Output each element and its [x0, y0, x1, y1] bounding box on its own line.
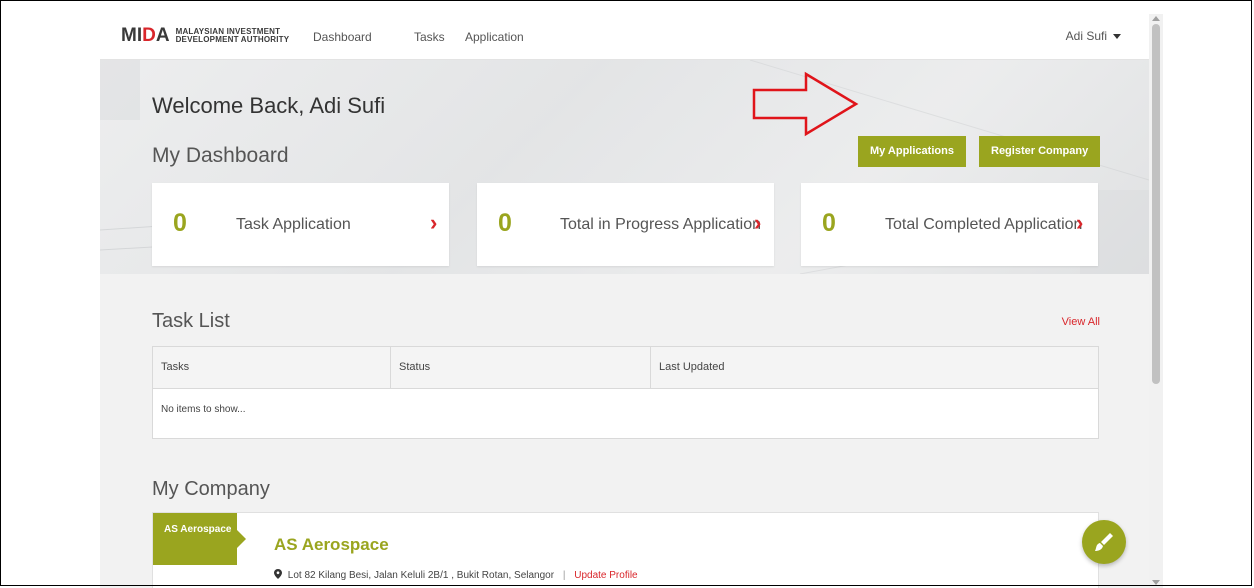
logo-text: MALAYSIAN INVESTMENT DEVELOPMENT AUTHORI… [176, 28, 290, 44]
stat-label: Task Application [236, 216, 351, 233]
stat-value: 0 [173, 209, 187, 237]
task-table-header: Tasks Status Last Updated [153, 347, 1098, 389]
caret-down-icon [1113, 33, 1121, 39]
map-pin-icon [274, 569, 282, 579]
stat-card-in-progress[interactable]: 0 Total in Progress Application › [477, 183, 774, 266]
logo-mark: MIDA [121, 25, 170, 46]
user-name: Adi Sufi [1065, 29, 1107, 43]
company-tab[interactable]: AS Aerospace [153, 513, 246, 565]
stat-value: 0 [822, 209, 836, 237]
scrollbar-thumb[interactable] [1152, 24, 1160, 384]
floating-action-button[interactable] [1082, 520, 1126, 564]
vertical-scrollbar[interactable] [1149, 14, 1163, 588]
stat-value: 0 [498, 209, 512, 237]
column-header-last-updated[interactable]: Last Updated [650, 347, 1098, 388]
chevron-right-icon[interactable]: › [430, 210, 437, 236]
dashboard-title: My Dashboard [152, 144, 289, 167]
register-company-button[interactable]: Register Company [979, 136, 1101, 167]
nav-tasks[interactable]: Tasks [414, 30, 445, 44]
task-list-title: Task List [152, 310, 230, 332]
company-tab-label: AS Aerospace [164, 524, 232, 535]
red-arrow-annotation [752, 71, 859, 137]
logo-line-2: DEVELOPMENT AUTHORITY [175, 35, 290, 44]
scroll-down-arrow-icon[interactable] [1152, 580, 1160, 585]
top-navbar: MIDA MALAYSIAN INVESTMENT DEVELOPMENT AU… [100, 14, 1149, 60]
nav-dashboard[interactable]: Dashboard [313, 30, 372, 44]
user-menu[interactable]: Adi Sufi [1066, 29, 1121, 43]
stat-label: Total in Progress Application [560, 216, 761, 233]
mida-logo[interactable]: MIDA MALAYSIAN INVESTMENT DEVELOPMENT AU… [121, 25, 289, 47]
column-header-status[interactable]: Status [390, 347, 650, 388]
welcome-heading: Welcome Back, Adi Sufi [152, 93, 386, 118]
browser-viewport: MIDA MALAYSIAN INVESTMENT DEVELOPMENT AU… [100, 14, 1149, 588]
nav-application[interactable]: Application [465, 30, 524, 44]
scroll-up-arrow-icon[interactable] [1152, 16, 1160, 21]
company-name[interactable]: AS Aerospace [274, 535, 389, 555]
company-card[interactable]: AS Aerospace AS Aerospace Lot 82 Kilang … [152, 512, 1099, 588]
chevron-right-icon[interactable]: › [1076, 210, 1083, 236]
stat-label: Total Completed Application [885, 216, 1083, 233]
paint-brush-icon [1095, 533, 1113, 551]
column-header-tasks[interactable]: Tasks [153, 347, 390, 388]
stat-card-completed[interactable]: 0 Total Completed Application › [801, 183, 1098, 266]
address-separator: | [562, 570, 566, 581]
update-profile-link[interactable]: Update Profile [574, 570, 637, 581]
view-all-link[interactable]: View All [1062, 316, 1100, 328]
company-address: Lot 82 Kilang Besi, Jalan Keluli 2B/1 , … [287, 570, 555, 581]
chevron-right-icon[interactable]: › [754, 210, 761, 236]
company-address-line: Lot 82 Kilang Besi, Jalan Keluli 2B/1 , … [274, 569, 638, 581]
stat-card-task-application[interactable]: 0 Task Application › [152, 183, 449, 266]
my-company-title: My Company [152, 478, 270, 500]
task-table: Tasks Status Last Updated No items to sh… [152, 346, 1099, 439]
empty-table-message: No items to show... [161, 404, 246, 415]
my-applications-button[interactable]: My Applications [858, 136, 966, 167]
